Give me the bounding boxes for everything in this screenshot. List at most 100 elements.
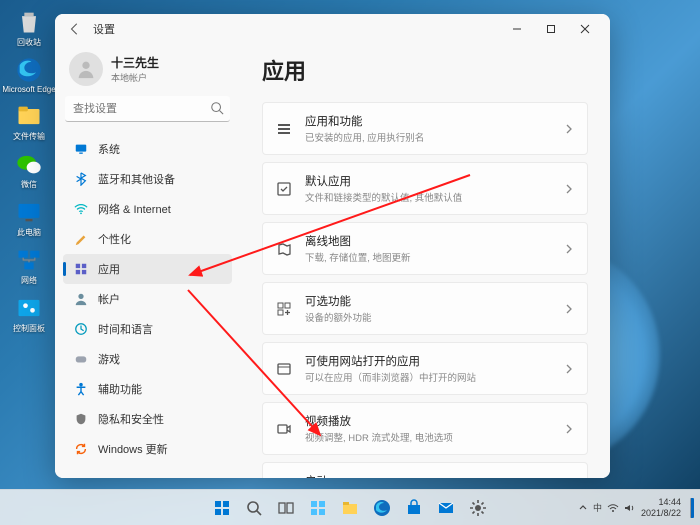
desktop-icon-control-panel[interactable]: 控制面板 — [8, 294, 50, 334]
minimize-button[interactable] — [500, 15, 534, 43]
recycle-bin-icon — [15, 8, 43, 36]
sidebar-item-label: 游戏 — [98, 351, 120, 367]
card-subtitle: 设备的额外功能 — [305, 310, 551, 324]
default-apps-icon — [275, 180, 293, 198]
system-icon — [73, 142, 88, 157]
wifi-icon[interactable] — [607, 503, 619, 513]
back-button[interactable] — [63, 17, 87, 41]
content: 应用 应用和功能已安装的应用, 应用执行别名默认应用文件和链接类型的默认值, 其… — [240, 44, 610, 478]
taskbar-store[interactable] — [400, 494, 428, 522]
card-subtitle: 下载, 存储位置, 地图更新 — [305, 250, 551, 264]
taskbar-settings[interactable] — [464, 494, 492, 522]
sidebar-item-time-language[interactable]: 时间和语言 — [63, 314, 232, 344]
control-panel-icon — [15, 294, 43, 322]
sidebar-item-label: 时间和语言 — [98, 321, 153, 337]
desktop-icon-wechat[interactable]: 微信 — [8, 150, 50, 190]
card-offline-maps[interactable]: 离线地图下载, 存储位置, 地图更新 — [262, 222, 588, 275]
notification-button[interactable] — [690, 498, 694, 518]
card-title: 视频播放 — [305, 413, 551, 429]
card-apps-features[interactable]: 应用和功能已安装的应用, 应用执行别名 — [262, 102, 588, 155]
desktop-icon-edge[interactable]: Microsoft Edge — [8, 56, 50, 94]
sidebar-item-network[interactable]: 网络 & Internet — [63, 194, 232, 224]
chevron-right-icon — [563, 423, 575, 435]
update-icon — [73, 442, 88, 457]
page-title: 应用 — [262, 54, 588, 86]
tray-chevron-icon[interactable] — [578, 503, 588, 513]
taskbar-explorer[interactable] — [336, 494, 364, 522]
system-tray: 中 14:44 2021/8/22 — [578, 497, 694, 518]
taskbar-taskview[interactable] — [272, 494, 300, 522]
card-title: 启动 — [305, 473, 551, 478]
maximize-button[interactable] — [534, 15, 568, 43]
card-subtitle: 视频调整, HDR 流式处理, 电池选项 — [305, 430, 551, 444]
sidebar-item-apps[interactable]: 应用 — [63, 254, 232, 284]
close-button[interactable] — [568, 15, 602, 43]
time-language-icon — [73, 322, 88, 337]
sidebar-item-privacy[interactable]: 隐私和安全性 — [63, 404, 232, 434]
apps-features-icon — [275, 120, 293, 138]
sidebar-item-label: 辅助功能 — [98, 381, 142, 397]
sidebar-item-update[interactable]: Windows 更新 — [63, 434, 232, 464]
sidebar-item-personalization[interactable]: 个性化 — [63, 224, 232, 254]
volume-icon[interactable] — [624, 503, 635, 513]
apps-icon — [73, 262, 88, 277]
desktop-icon-label: 微信 — [21, 179, 37, 190]
search-input[interactable] — [65, 96, 230, 122]
privacy-icon — [73, 412, 88, 427]
offline-maps-icon — [275, 240, 293, 258]
sidebar-item-label: 应用 — [98, 261, 120, 277]
network-icon — [15, 246, 43, 274]
this-pc-icon — [15, 198, 43, 226]
card-title: 应用和功能 — [305, 113, 551, 129]
sidebar-item-system[interactable]: 系统 — [63, 134, 232, 164]
accessibility-icon — [73, 382, 88, 397]
desktop-icon-label: Microsoft Edge — [2, 85, 55, 94]
desktop-icon-this-pc[interactable]: 此电脑 — [8, 198, 50, 238]
card-subtitle: 已安装的应用, 应用执行别名 — [305, 130, 551, 144]
taskbar-search[interactable] — [240, 494, 268, 522]
taskbar: 中 14:44 2021/8/22 — [0, 489, 700, 525]
sidebar-item-accounts[interactable]: 帐户 — [63, 284, 232, 314]
taskbar-edge[interactable] — [368, 494, 396, 522]
taskbar-mail[interactable] — [432, 494, 460, 522]
video-playback-icon — [275, 420, 293, 438]
wechat-icon — [15, 150, 43, 178]
personalization-icon — [73, 232, 88, 247]
card-optional-features[interactable]: 可选功能设备的额外功能 — [262, 282, 588, 335]
sidebar-item-label: 个性化 — [98, 231, 131, 247]
sidebar-item-label: 网络 & Internet — [98, 201, 171, 217]
sidebar-item-gaming[interactable]: 游戏 — [63, 344, 232, 374]
search-icon — [210, 101, 224, 115]
desktop-icon-recycle-bin[interactable]: 回收站 — [8, 8, 50, 48]
ime-indicator[interactable]: 中 — [593, 501, 602, 514]
sidebar-item-label: 系统 — [98, 141, 120, 157]
chevron-right-icon — [563, 243, 575, 255]
clock[interactable]: 14:44 2021/8/22 — [641, 497, 681, 518]
card-default-apps[interactable]: 默认应用文件和链接类型的默认值, 其他默认值 — [262, 162, 588, 215]
card-apps-websites[interactable]: 可使用网站打开的应用可以在应用（而非浏览器）中打开的网站 — [262, 342, 588, 395]
date: 2021/8/22 — [641, 508, 681, 518]
card-startup[interactable]: 启动登录时自动启动的应用程序 — [262, 462, 588, 478]
card-title: 可使用网站打开的应用 — [305, 353, 551, 369]
taskbar-start[interactable] — [208, 494, 236, 522]
apps-websites-icon — [275, 360, 293, 378]
sidebar-item-bluetooth[interactable]: 蓝牙和其他设备 — [63, 164, 232, 194]
time: 14:44 — [641, 497, 681, 507]
bluetooth-icon — [73, 172, 88, 187]
user-block[interactable]: 十三先生 本地帐户 — [63, 48, 232, 96]
optional-features-icon — [275, 300, 293, 318]
sidebar-item-accessibility[interactable]: 辅助功能 — [63, 374, 232, 404]
taskbar-widgets[interactable] — [304, 494, 332, 522]
card-video-playback[interactable]: 视频播放视频调整, HDR 流式处理, 电池选项 — [262, 402, 588, 455]
desktop-icon-network[interactable]: 网络 — [8, 246, 50, 286]
desktop-icon-label: 此电脑 — [17, 227, 41, 238]
file-transfer-icon — [15, 102, 43, 130]
card-subtitle: 可以在应用（而非浏览器）中打开的网站 — [305, 370, 551, 384]
sidebar-item-label: Windows 更新 — [98, 441, 168, 457]
desktop-icon-file-transfer[interactable]: 文件传输 — [8, 102, 50, 142]
chevron-right-icon — [563, 363, 575, 375]
edge-icon — [15, 56, 43, 84]
card-title: 默认应用 — [305, 173, 551, 189]
user-sub: 本地帐户 — [111, 71, 159, 84]
sidebar-item-label: 帐户 — [98, 291, 120, 307]
